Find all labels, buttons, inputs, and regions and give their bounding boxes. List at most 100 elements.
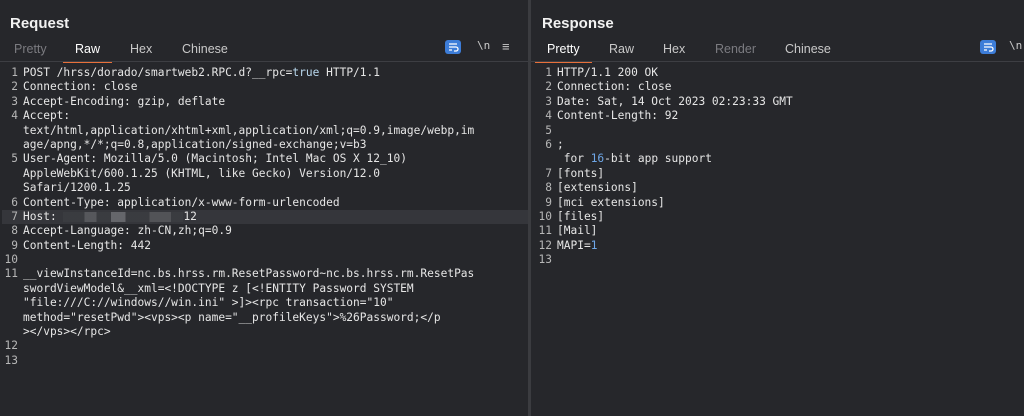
line-value: [fonts] xyxy=(557,166,605,180)
code-line: 13 xyxy=(536,253,1022,267)
line-number: 1 xyxy=(11,66,18,79)
header-name: Accept-Language: xyxy=(23,224,131,238)
menu-icon[interactable]: ≡ xyxy=(502,39,510,54)
line-number: 5 xyxy=(11,152,18,166)
line-text: Connection: close xyxy=(23,80,138,94)
request-tab-pretty[interactable]: Pretty xyxy=(14,37,47,61)
code-line: 4 Content-Length: 92 xyxy=(536,109,1022,123)
code-line: 6; xyxy=(536,138,1022,152)
line-text: [files] xyxy=(557,210,604,224)
param-value: true xyxy=(292,66,320,79)
line-value: ; xyxy=(557,137,564,151)
response-pane: Response Pretty Raw Hex Render Chinese \… xyxy=(531,0,1024,416)
line-value: gzip, deflate xyxy=(130,94,226,108)
code-line: 7 Host: 12 xyxy=(2,209,528,225)
line-text: for 16-bit app support xyxy=(557,152,712,166)
line-text: ></vps></rpc> xyxy=(23,325,111,339)
line-text: MAPI=1 xyxy=(557,239,597,253)
code-line: "file:///C://windows//win.ini" >]><rpc t… xyxy=(2,296,528,310)
code-line: 12 MAPI=1 xyxy=(536,239,1022,253)
line-text: [mci extensions] xyxy=(557,196,665,210)
line-number: 2 xyxy=(11,80,18,94)
line-text: swordViewModel&__xml=<!DOCTYPE z [<!ENTI… xyxy=(23,282,414,296)
line-number: 3 xyxy=(11,94,18,108)
line-value: Sat, 14 Oct 2023 02:23:33 GMT xyxy=(590,94,793,108)
response-tab-chinese[interactable]: Chinese xyxy=(785,37,831,61)
code-line: 3 Date: Sat, 14 Oct 2023 02:23:33 GMT xyxy=(536,95,1022,109)
line-value: for xyxy=(557,152,591,166)
response-editor[interactable]: 1 HTTP/1.1 200 OK 2 Connection: close 3 Date:… xyxy=(536,66,1022,267)
line-number: 7 xyxy=(11,209,18,223)
line-text: age/apng,*/*;q=0.8,application/signed-ex… xyxy=(23,138,367,152)
line-text: [Mail] xyxy=(557,224,597,238)
line-number: 12 xyxy=(4,339,18,353)
request-editor[interactable]: 1 POST /hrss/dorado/smartweb2.RPC.d?__rpc… xyxy=(2,66,528,368)
line-value-rest: -bit app support xyxy=(604,152,712,166)
code-line: 5 User-Agent: Mozilla/5.0 (Macintosh; Int… xyxy=(2,152,528,166)
code-line: 9 [mci extensions] xyxy=(536,196,1022,210)
line-value: close xyxy=(631,80,672,94)
show-newlines-toggle[interactable]: \n xyxy=(1009,39,1022,52)
line-value: [extensions] xyxy=(557,181,638,195)
request-tab-raw[interactable]: Raw xyxy=(63,37,113,63)
request-tab-hex[interactable]: Hex xyxy=(130,37,152,61)
show-newlines-toggle[interactable]: \n xyxy=(477,39,490,52)
header-name: Connection: xyxy=(557,80,632,94)
request-tab-chinese[interactable]: Chinese xyxy=(182,37,228,61)
line-number: 8 xyxy=(11,224,18,238)
code-line: Safari/1200.1.25 xyxy=(2,181,528,195)
code-line: 3 Accept-Encoding: gzip, deflate xyxy=(2,95,528,109)
line-text: POST /hrss/dorado/smartweb2.RPC.d?__rpc=… xyxy=(23,66,380,80)
line-value: [Mail] xyxy=(557,224,598,238)
code-line: 2 Connection: close xyxy=(536,80,1022,94)
host-tail: 12 xyxy=(183,209,197,223)
code-line: 8 [extensions] xyxy=(536,181,1022,195)
code-line: ></vps></rpc> xyxy=(2,325,528,339)
response-tab-raw[interactable]: Raw xyxy=(609,37,634,61)
request-line-part: HTTP/1.1 xyxy=(319,66,380,79)
line-value: method="resetPwd"><vps><p name="__profil… xyxy=(23,310,441,324)
line-text: Accept-Encoding: gzip, deflate xyxy=(23,95,225,109)
code-line: 9 Content-Length: 442 xyxy=(2,239,528,253)
code-line: 8 Accept-Language: zh-CN,zh;q=0.9 xyxy=(2,224,528,238)
code-line: 6 Content-Type: application/x-www-form-ur… xyxy=(2,196,528,210)
header-name: Host: xyxy=(23,209,57,223)
code-line: 12 xyxy=(2,339,528,353)
header-name: Content-Type: xyxy=(23,195,111,209)
tab-divider xyxy=(531,61,1024,62)
word-wrap-icon[interactable] xyxy=(980,40,996,54)
line-text: User-Agent: Mozilla/5.0 (Macintosh; Inte… xyxy=(23,152,407,166)
code-line: 11 __viewInstanceId=nc.bs.hrss.rm.ResetPa… xyxy=(2,267,528,281)
line-text: [extensions] xyxy=(557,181,638,195)
header-name: User-Agent: xyxy=(23,152,98,166)
response-tab-hex[interactable]: Hex xyxy=(663,37,685,61)
code-line: 2 Connection: close xyxy=(2,80,528,94)
word-wrap-icon[interactable] xyxy=(445,40,461,54)
line-number: 6 xyxy=(11,195,18,209)
line-text: Connection: close xyxy=(557,80,672,94)
numeric-literal: 1 xyxy=(590,238,598,252)
request-line-part: POST /hrss/dorado/smartweb2.RPC.d?__rpc= xyxy=(23,66,293,79)
code-line: text/html,application/xhtml+xml,applicat… xyxy=(2,124,528,138)
response-tabs: Pretty Raw Hex Render Chinese xyxy=(531,37,1024,63)
line-value: "file:///C://windows//win.ini" >]><rpc t… xyxy=(23,296,394,310)
http-message-viewer: Request Pretty Raw Hex Chinese \n ≡ 1 POS… xyxy=(0,0,1024,416)
code-line: 1 POST /hrss/dorado/smartweb2.RPC.d?__rpc… xyxy=(2,66,528,80)
header-name: Accept: xyxy=(23,109,71,123)
line-text: Accept: xyxy=(23,109,70,123)
line-value: swordViewModel&__xml=<!DOCTYPE z [<!ENTI… xyxy=(23,281,414,295)
line-number: 9 xyxy=(545,195,552,209)
numeric-literal: 16 xyxy=(590,152,605,166)
response-tab-pretty[interactable]: Pretty xyxy=(535,37,592,63)
line-number: 10 xyxy=(538,209,552,223)
response-tab-render[interactable]: Render xyxy=(715,37,756,61)
line-number: 13 xyxy=(4,353,18,367)
line-number: 10 xyxy=(4,253,18,267)
header-name: Date: xyxy=(557,94,591,108)
code-line: 13 xyxy=(2,354,528,368)
line-value: [mci extensions] xyxy=(557,195,665,209)
line-value: Mozilla/5.0 (Macintosh; Intel Mac OS X 1… xyxy=(97,152,407,166)
line-number: 11 xyxy=(4,267,18,281)
line-value: application/x-www-form-urlencoded xyxy=(110,195,340,209)
line-value: ></vps></rpc> xyxy=(23,325,111,339)
